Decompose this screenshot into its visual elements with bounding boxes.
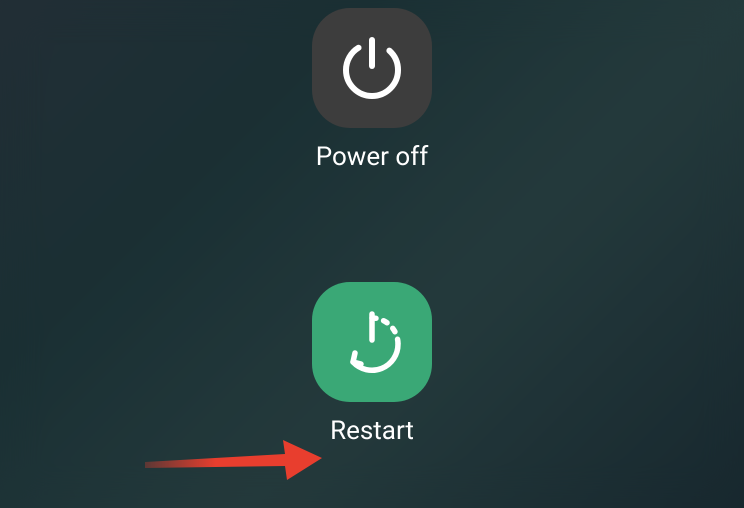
power-menu: Power off Restart bbox=[312, 0, 432, 446]
restart-label: Restart bbox=[330, 416, 414, 446]
power-icon bbox=[336, 32, 408, 104]
restart-button[interactable]: Restart bbox=[312, 282, 432, 446]
power-off-label: Power off bbox=[316, 142, 429, 172]
restart-icon-container bbox=[312, 282, 432, 402]
power-off-icon-container bbox=[312, 8, 432, 128]
power-off-button[interactable]: Power off bbox=[312, 8, 432, 172]
restart-icon bbox=[336, 306, 408, 378]
